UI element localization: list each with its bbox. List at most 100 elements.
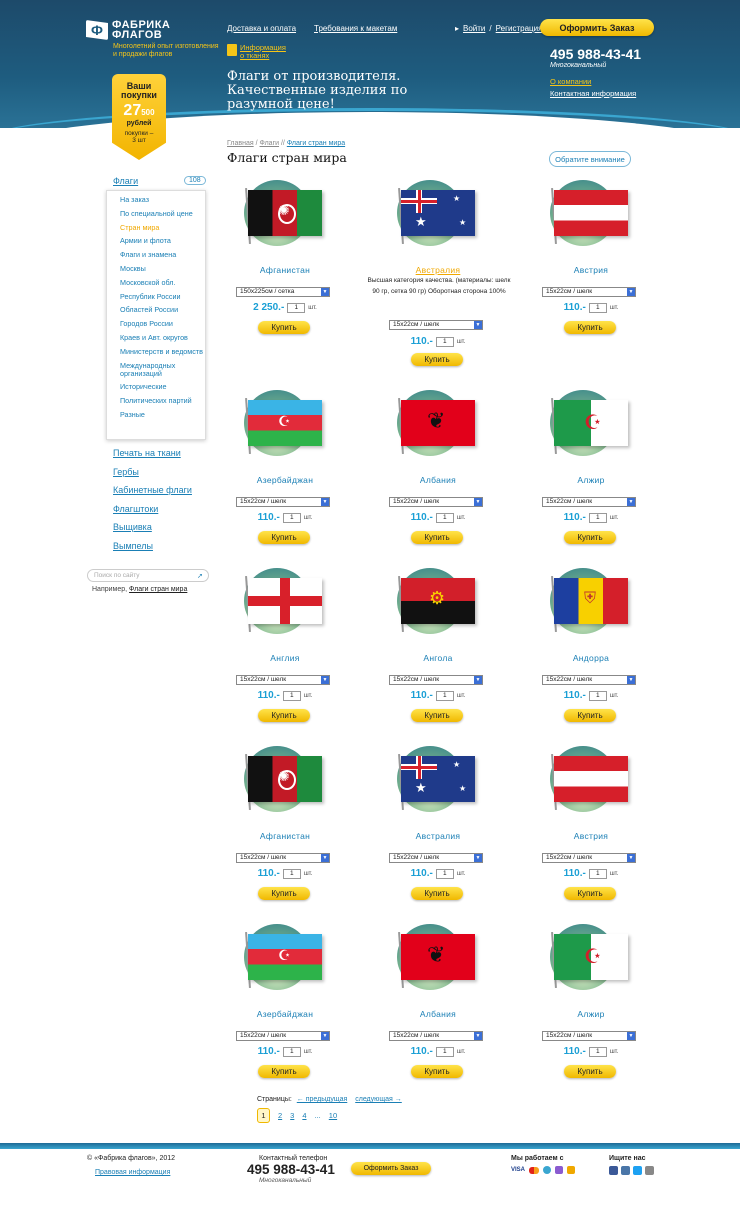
footer-order-button[interactable]: Оформить Заказ — [351, 1162, 431, 1175]
buy-button[interactable]: Купить — [258, 709, 310, 722]
flag-image[interactable]: ★ ★ ★ — [401, 756, 475, 802]
buy-button[interactable]: Купить — [411, 709, 463, 722]
quantity-input[interactable]: 1 — [435, 690, 454, 701]
product-name[interactable]: Албания — [384, 475, 492, 485]
subcategory-item[interactable]: По специальной цене — [120, 209, 205, 218]
buy-button[interactable]: Купить — [411, 887, 463, 900]
main-nav-item[interactable]: Выщивка — [113, 522, 192, 532]
product-name[interactable]: Азербайджан — [231, 1009, 339, 1019]
livejournal-icon[interactable] — [645, 1166, 654, 1175]
buy-button[interactable]: Купить — [564, 531, 616, 544]
flag-image[interactable]: ✺ — [248, 756, 322, 802]
twitter-icon[interactable] — [633, 1166, 642, 1175]
flag-image[interactable] — [554, 756, 628, 802]
product-name[interactable]: Азербайджан — [231, 475, 339, 485]
requirements-link[interactable]: Требования к макетам — [314, 24, 397, 33]
breadcrumb-current[interactable]: Флаги стран мира — [287, 140, 345, 147]
quantity-input[interactable]: 1 — [282, 690, 301, 701]
product-name[interactable]: Австралия — [384, 831, 492, 841]
buy-button[interactable]: Купить — [411, 353, 463, 366]
fabrics-info[interactable]: Информация о тканях — [227, 44, 286, 60]
product-name[interactable]: Алжир — [537, 475, 645, 485]
subcategory-item[interactable]: Министерств и ведомств — [120, 347, 205, 356]
size-select[interactable]: 15х22см / шелк ▼ — [389, 497, 483, 507]
quantity-input[interactable]: 1 — [588, 690, 607, 701]
search-icon[interactable]: ➚ — [197, 572, 203, 580]
size-select[interactable]: 15х22см / шелк ▼ — [542, 497, 636, 507]
flag-image[interactable]: ✺ — [248, 190, 322, 236]
pager-prev[interactable]: ← предыдущая — [297, 1096, 348, 1103]
attention-button[interactable]: Обратите внимание — [549, 151, 631, 167]
size-select[interactable]: 15х22см / шелк ▼ — [542, 853, 636, 863]
register-link[interactable]: Регистрация — [496, 24, 543, 33]
login-link[interactable]: Войти — [463, 24, 485, 33]
product-name[interactable]: Афганистан — [231, 265, 339, 275]
logo[interactable]: Ф ФАБРИКА ФЛАГОВ — [86, 20, 172, 41]
subcategory-item[interactable]: Областей России — [120, 306, 205, 314]
quantity-input[interactable]: 1 — [588, 868, 607, 879]
quantity-input[interactable]: 1 — [287, 302, 306, 313]
footer-legal-link[interactable]: Правовая информация — [95, 1169, 170, 1176]
flag-image[interactable] — [248, 578, 322, 624]
subcategory-item[interactable]: Стран мира — [120, 223, 205, 232]
main-nav-item[interactable]: Вымпелы — [113, 541, 192, 551]
product-name[interactable]: Ангола — [384, 653, 492, 663]
product-name[interactable]: Албания — [384, 1009, 492, 1019]
subcategory-item[interactable]: На заказ — [120, 196, 205, 204]
flag-image[interactable]: ❦ — [401, 400, 475, 446]
main-nav-item[interactable]: Гербы — [113, 467, 192, 477]
quantity-input[interactable]: 1 — [435, 868, 454, 879]
contacts-link[interactable]: Контактная информация — [550, 89, 636, 98]
flag-image[interactable]: ⛨ — [554, 578, 628, 624]
breadcrumb-flags[interactable]: Флаги — [260, 140, 280, 147]
buy-button[interactable]: Купить — [411, 1065, 463, 1078]
size-select[interactable]: 15х22см / шелк ▼ — [542, 675, 636, 685]
flag-image[interactable]: ☪ — [248, 934, 322, 980]
product-name[interactable]: Австралия — [384, 265, 492, 275]
subcategory-item[interactable]: Краев и Авт. округов — [120, 333, 205, 342]
flag-image[interactable]: ⚙ — [401, 578, 475, 624]
subcategory-item[interactable]: Исторические — [120, 383, 205, 391]
quantity-input[interactable]: 1 — [282, 868, 301, 879]
size-select[interactable]: 15х22см / шелк ▼ — [236, 853, 330, 863]
main-nav-item[interactable]: Печать на ткани — [113, 448, 192, 458]
buy-button[interactable]: Купить — [564, 1065, 616, 1078]
subcategory-item[interactable]: Международных организаций — [120, 361, 205, 378]
flag-image[interactable]: ☪ — [554, 400, 628, 446]
page-link[interactable]: 10 — [329, 1111, 337, 1120]
page-link[interactable]: 2 — [278, 1111, 282, 1120]
quantity-input[interactable]: 1 — [282, 512, 301, 523]
buy-button[interactable]: Купить — [564, 887, 616, 900]
quantity-input[interactable]: 1 — [588, 1046, 607, 1057]
page-current[interactable]: 1 — [257, 1108, 270, 1123]
page-link[interactable]: 4 — [302, 1111, 306, 1120]
search-input[interactable]: Поиск по сайту ➚ — [87, 569, 209, 582]
subcategory-item[interactable]: Республик России — [120, 292, 205, 301]
subcategory-item[interactable]: Москвы — [120, 264, 205, 273]
size-select[interactable]: 15х22см / шелк ▼ — [542, 1031, 636, 1041]
flag-image[interactable] — [554, 190, 628, 236]
quantity-input[interactable]: 1 — [435, 336, 454, 347]
buy-button[interactable]: Купить — [411, 531, 463, 544]
flag-image[interactable]: ★ ★ ★ — [401, 190, 475, 236]
size-select[interactable]: 15х22см / шелк ▼ — [236, 1031, 330, 1041]
quantity-input[interactable]: 1 — [588, 302, 607, 313]
buy-button[interactable]: Купить — [258, 531, 310, 544]
delivery-link[interactable]: Доставка и оплата — [227, 24, 296, 33]
main-nav-item[interactable]: Флагштоки — [113, 504, 192, 514]
subcategory-item[interactable]: Московской обл. — [120, 278, 205, 287]
flag-image[interactable]: ☪ — [554, 934, 628, 980]
product-name[interactable]: Австрия — [537, 831, 645, 841]
about-link[interactable]: О компании — [550, 77, 636, 86]
size-select[interactable]: 15х22см / шелк ▼ — [389, 675, 483, 685]
product-name[interactable]: Англия — [231, 653, 339, 663]
search-example-link[interactable]: Флаги стран мира — [129, 586, 187, 593]
subcategory-item[interactable]: Флаги и знамена — [120, 251, 205, 259]
quantity-input[interactable]: 1 — [435, 1046, 454, 1057]
product-name[interactable]: Австрия — [537, 265, 645, 275]
subcategory-item[interactable]: Разные — [120, 410, 205, 419]
size-select[interactable]: 15х22см / шелк ▼ — [389, 853, 483, 863]
breadcrumb-home[interactable]: Главная — [227, 140, 254, 147]
size-select[interactable]: 15х22см / шелк ▼ — [542, 287, 636, 297]
product-name[interactable]: Афганистан — [231, 831, 339, 841]
